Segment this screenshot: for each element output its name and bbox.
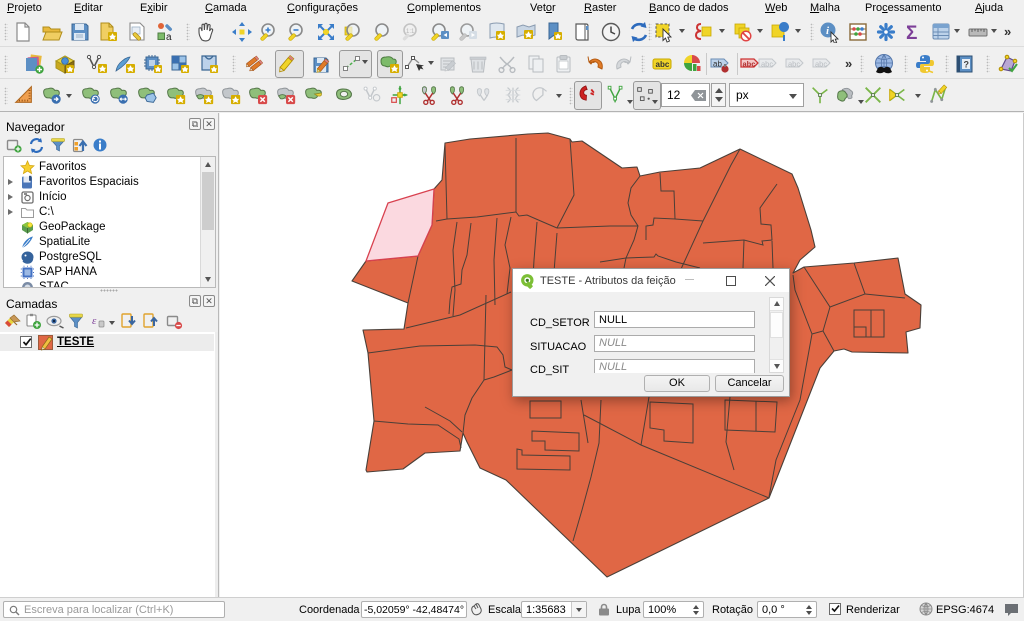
- svg-text:a: a: [166, 32, 172, 43]
- svg-text:1:1: 1:1: [406, 29, 415, 35]
- svg-text:ε: ε: [92, 315, 97, 327]
- svg-text:abc: abc: [815, 60, 827, 69]
- svg-text:?: ?: [964, 60, 970, 70]
- svg-text:ab: ab: [713, 60, 722, 69]
- svg-text:abc: abc: [761, 60, 773, 69]
- svg-text:abc: abc: [656, 60, 670, 69]
- svg-text:Σ: Σ: [906, 23, 917, 43]
- svg-text:abc: abc: [743, 60, 756, 69]
- svg-text:abc: abc: [788, 60, 800, 69]
